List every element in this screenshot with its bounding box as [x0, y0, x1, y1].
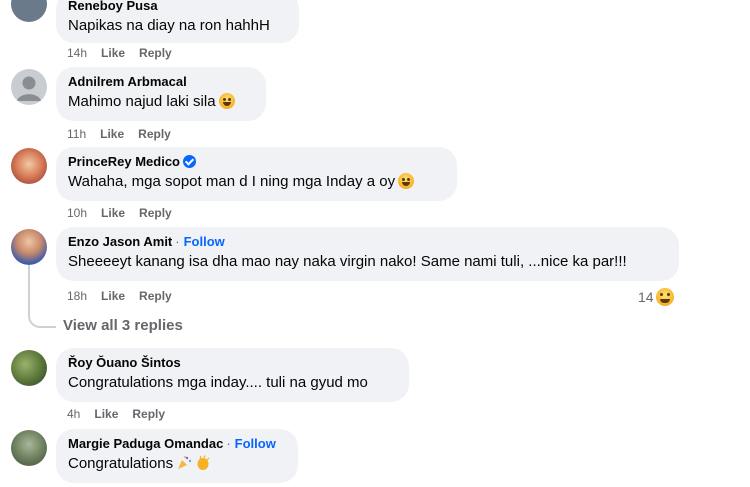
comment-text: Napikas na diay na ron hahhH [68, 17, 270, 34]
comment-text: Wahaha, mga sopot man d I ning mga Inday… [68, 172, 445, 192]
comment-time[interactable]: 18h [67, 289, 87, 303]
haha-reaction-icon [655, 288, 674, 306]
reply-button[interactable]: Reply [139, 206, 172, 220]
like-button[interactable]: Like [94, 407, 118, 421]
comment-bubble: Adnilrem Arbmacal Mahimo najud laki sila [56, 67, 266, 121]
comment-time[interactable]: 10h [67, 206, 87, 220]
like-button[interactable]: Like [101, 46, 125, 60]
avatar[interactable] [11, 0, 47, 22]
avatar[interactable] [11, 430, 47, 466]
reply-button[interactable]: Reply [138, 127, 171, 141]
commenter-name[interactable]: Reneboy Pusa [68, 0, 287, 14]
comment-bubble: Řoy Ŏuano Šintos Congratulations mga ind… [56, 348, 409, 402]
verified-badge-icon [183, 155, 196, 168]
comment-time[interactable]: 14h [67, 46, 87, 60]
reaction-count[interactable]: 14 [638, 288, 674, 306]
reaction-count-number: 14 [638, 289, 654, 305]
clapping-hands-icon [197, 455, 210, 470]
avatar[interactable] [11, 148, 47, 184]
commenter-name[interactable]: Adnilrem Arbmacal [68, 74, 254, 90]
reply-button[interactable]: Reply [139, 289, 172, 303]
comment-bubble: Margie Paduga Omandac · Follow Congratulat… [56, 429, 298, 483]
avatar[interactable] [11, 229, 47, 265]
party-popper-icon [178, 456, 192, 469]
comment-text: Mahimo najud laki sila [68, 92, 254, 112]
comment-actions: 18h Like Reply [67, 288, 186, 304]
view-all-replies-link[interactable]: View all 3 replies [63, 317, 183, 334]
grin-emoji-icon [218, 93, 235, 109]
comment-actions: 4h Like Reply [67, 406, 179, 422]
comment-text: Congratulations [68, 454, 286, 474]
comment-bubble: Reneboy Pusa Napikas na diay na ron hahh… [56, 0, 299, 43]
like-button[interactable]: Like [100, 127, 124, 141]
commenter-name[interactable]: PrinceRey Medico [68, 154, 445, 170]
like-button[interactable]: Like [101, 289, 125, 303]
commenter-name[interactable]: Margie Paduga Omandac · Follow [68, 436, 286, 452]
grin-emoji-icon [398, 173, 415, 189]
reply-button[interactable]: Reply [139, 46, 172, 60]
comment-text: Congratulations mga inday.... tuli na gy… [68, 374, 368, 391]
avatar[interactable] [11, 350, 47, 386]
comment-text: Sheeeeyt kanang isa dha mao nay naka vir… [68, 253, 627, 270]
commenter-name[interactable]: Řoy Ŏuano Šintos [68, 355, 397, 371]
comment-bubble: Enzo Jason Amit · Follow Sheeeeyt kanang i… [56, 227, 679, 281]
comment-time[interactable]: 11h [67, 127, 86, 141]
default-avatar-icon [17, 76, 41, 101]
comment-bubble: PrinceRey Medico Wahaha, mga sopot man d… [56, 147, 457, 201]
comment-actions: 14h Like Reply [67, 45, 186, 61]
avatar[interactable] [11, 69, 47, 105]
follow-button[interactable]: Follow [235, 436, 276, 451]
comment-time[interactable]: 4h [67, 407, 80, 421]
comment-actions: 11h Like Reply [67, 126, 185, 142]
like-button[interactable]: Like [101, 206, 125, 220]
follow-button[interactable]: Follow [184, 234, 225, 249]
comment-actions: 10h Like Reply [67, 205, 186, 221]
reply-button[interactable]: Reply [132, 407, 165, 421]
commenter-name[interactable]: Enzo Jason Amit · Follow [68, 234, 667, 250]
reply-thread-line [28, 265, 56, 328]
